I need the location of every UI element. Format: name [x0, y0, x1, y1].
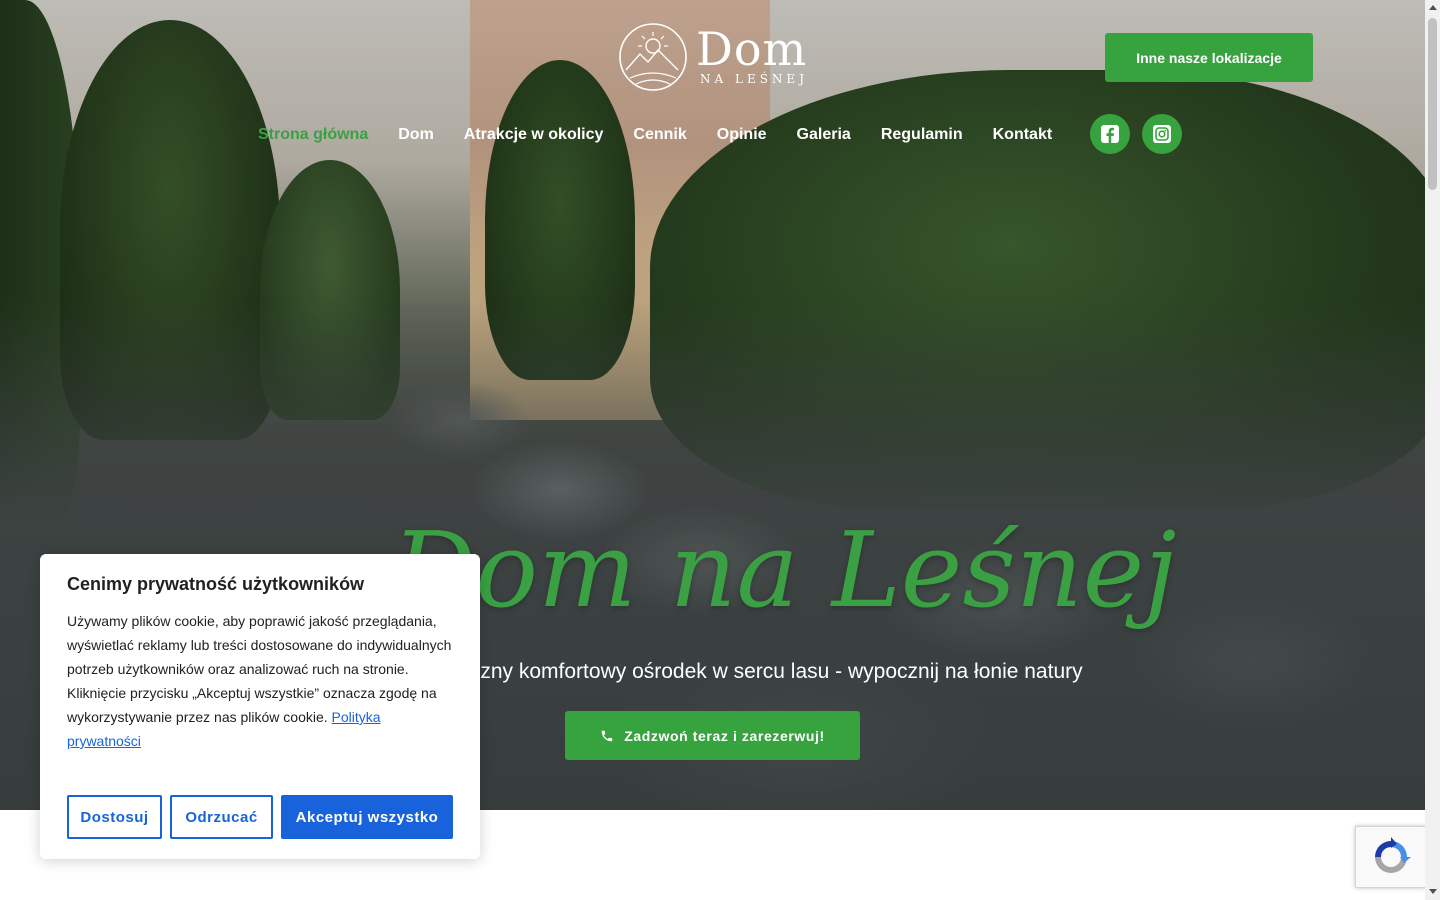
cookie-button-row: Dostosuj Odrzucać Akceptuj wszystko [67, 795, 453, 839]
nav-item-reviews[interactable]: Opinie [717, 126, 767, 144]
recaptcha-badge[interactable] [1355, 826, 1426, 888]
hero-subtitle: Całoroczny komfortowy ośrodek w sercu la… [408, 660, 1083, 683]
cookie-consent-dialog: Cenimy prywatność użytkowników Używamy p… [40, 554, 480, 859]
logo-emblem-icon [619, 23, 687, 91]
cookie-text: Używamy plików cookie, aby poprawić jako… [67, 613, 452, 725]
nav-item-pricing[interactable]: Cennik [633, 126, 686, 144]
page-scrollbar[interactable] [1425, 0, 1440, 900]
logo-title: Dom [696, 22, 808, 76]
nav-item-gallery[interactable]: Galeria [797, 126, 851, 144]
nav-item-attractions[interactable]: Atrakcje w okolicy [464, 126, 604, 144]
scroll-thumb[interactable] [1428, 18, 1437, 190]
recaptcha-icon [1375, 837, 1411, 873]
scroll-up-arrow-icon[interactable] [1429, 5, 1437, 10]
facebook-button[interactable] [1090, 114, 1130, 154]
cookie-reject-button[interactable]: Odrzucać [170, 795, 273, 839]
scroll-down-arrow-icon[interactable] [1429, 889, 1437, 894]
instagram-button[interactable] [1142, 114, 1182, 154]
nav-item-dom[interactable]: Dom [398, 126, 434, 144]
cookie-title: Cenimy prywatność użytkowników [67, 574, 365, 594]
logo-subtitle: NA LEŚNEJ [700, 72, 808, 86]
hero-title: Dom na Leśnej [392, 509, 1177, 631]
phone-icon [601, 730, 613, 741]
nav-item-home[interactable]: Strona główna [258, 126, 368, 144]
cookie-accept-all-button[interactable]: Akceptuj wszystko [281, 795, 453, 839]
site-logo[interactable]: Dom NA LEŚNEJ [618, 20, 818, 96]
other-locations-button[interactable]: Inne nasze lokalizacje [1105, 33, 1313, 82]
call-button-label: Zadzwoń teraz i zarezerwuj! [624, 727, 825, 744]
cookie-description: Używamy plików cookie, aby poprawić jako… [67, 609, 457, 753]
call-and-book-button[interactable]: Zadzwoń teraz i zarezerwuj! [565, 711, 860, 760]
facebook-icon [1101, 125, 1119, 143]
cookie-customize-button[interactable]: Dostosuj [67, 795, 162, 839]
instagram-icon [1153, 125, 1171, 143]
nav-item-contact[interactable]: Kontakt [993, 126, 1053, 144]
main-nav: Strona główna Dom Atrakcje w okolicy Cen… [258, 120, 1052, 150]
nav-item-rules[interactable]: Regulamin [881, 126, 963, 144]
